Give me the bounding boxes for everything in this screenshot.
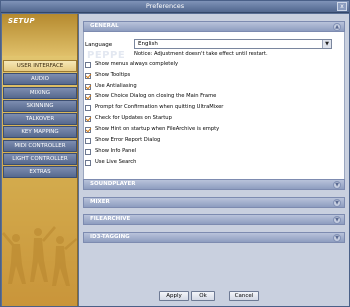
preferences-window: Preferences x SETUP USER INTERFACE AUDIO…	[0, 0, 350, 307]
language-value: English	[138, 41, 158, 47]
checkbox-label: Check for Updates on Startup	[95, 115, 172, 121]
close-icon[interactable]: x	[337, 2, 347, 11]
sidebar-item-user-interface[interactable]: USER INTERFACE	[3, 60, 77, 72]
sidebar-item-audio[interactable]: AUDIO	[3, 73, 77, 85]
language-label: Language	[85, 42, 113, 48]
checkbox-label: Show Choice Dialog on closing the Main F…	[95, 93, 217, 99]
checkbox[interactable]	[85, 138, 91, 144]
chevron-down-icon[interactable]: ▼	[333, 234, 341, 242]
checkbox[interactable]	[85, 73, 91, 79]
checkbox[interactable]	[85, 160, 91, 166]
sidebar-item-midi-controller[interactable]: MIDI CONTROLLER	[3, 140, 77, 152]
sidebar-header: SETUP	[2, 14, 77, 56]
button-bar: Apply Ok Cancel	[79, 288, 349, 306]
section-title: SOUNDPLAYER	[90, 181, 136, 187]
checkbox-label: Show menus always completely	[95, 61, 179, 67]
section-title: MIXER	[90, 199, 110, 205]
section-title: GENERAL	[90, 23, 119, 29]
language-select[interactable]: English ▼	[134, 39, 332, 49]
chevron-down-icon[interactable]: ▼	[333, 181, 341, 189]
restart-notice: Notice: Adjustment doesn't take effect u…	[134, 51, 268, 57]
section-header-id3-tagging[interactable]: ID3-TAGGING ▼	[83, 232, 345, 243]
checkbox-label: Show Hint on startup when FileArchive is…	[95, 126, 220, 132]
ok-button[interactable]: Ok	[191, 291, 215, 301]
watermark: PEPPE	[87, 50, 126, 61]
title-bar[interactable]: Preferences x	[1, 1, 349, 13]
section-title: FILEARCHIVE	[90, 216, 131, 222]
sidebar: SETUP USER INTERFACE AUDIO MIXING SKINNI…	[2, 14, 78, 306]
window-title: Preferences	[145, 2, 185, 10]
settings-panel: GENERAL ▲ Language PEPPE English ▼ Notic…	[79, 14, 349, 306]
sidebar-item-extras[interactable]: EXTRAS	[3, 166, 77, 178]
cancel-button[interactable]: Cancel	[229, 291, 259, 301]
section-header-general[interactable]: GENERAL ▲	[83, 21, 345, 32]
chevron-down-icon[interactable]: ▼	[333, 199, 341, 207]
sidebar-item-mixing[interactable]: MIXING	[3, 87, 77, 99]
checkbox[interactable]	[85, 116, 91, 122]
sidebar-item-key-mapping[interactable]: KEY MAPPING	[3, 126, 77, 138]
checkbox[interactable]	[85, 127, 91, 133]
checkbox-label: Prompt for Confirmation when quitting Ul…	[95, 104, 224, 110]
apply-button[interactable]: Apply	[159, 291, 189, 301]
section-header-soundplayer[interactable]: SOUNDPLAYER ▼	[83, 179, 345, 190]
checkbox-label: Use Live Search	[95, 159, 137, 165]
checkbox-label: Use Antialiasing	[95, 83, 137, 89]
section-title: ID3-TAGGING	[90, 234, 130, 240]
checkbox-label: Show Info Panel	[95, 148, 137, 154]
checkbox[interactable]	[85, 84, 91, 90]
chevron-up-icon[interactable]: ▲	[333, 23, 341, 31]
checkbox-label: Show Tooltips	[95, 72, 131, 78]
checkbox[interactable]	[85, 94, 91, 100]
dancers-illustration	[2, 226, 77, 286]
dropdown-arrow-icon[interactable]: ▼	[322, 40, 331, 48]
sidebar-item-light-controller[interactable]: LIGHT CONTROLLER	[3, 153, 77, 165]
section-header-filearchive[interactable]: FILEARCHIVE ▼	[83, 214, 345, 225]
sidebar-heading: SETUP	[8, 17, 35, 25]
section-header-mixer[interactable]: MIXER ▼	[83, 197, 345, 208]
checkbox[interactable]	[85, 105, 91, 111]
sidebar-item-skinning[interactable]: SKINNING	[3, 100, 77, 112]
checkbox[interactable]	[85, 62, 91, 68]
chevron-down-icon[interactable]: ▼	[333, 216, 341, 224]
sidebar-item-talkover[interactable]: TALKOVER	[3, 113, 77, 125]
checkbox-label: Show Error Report Dialog	[95, 137, 161, 143]
checkbox[interactable]	[85, 149, 91, 155]
